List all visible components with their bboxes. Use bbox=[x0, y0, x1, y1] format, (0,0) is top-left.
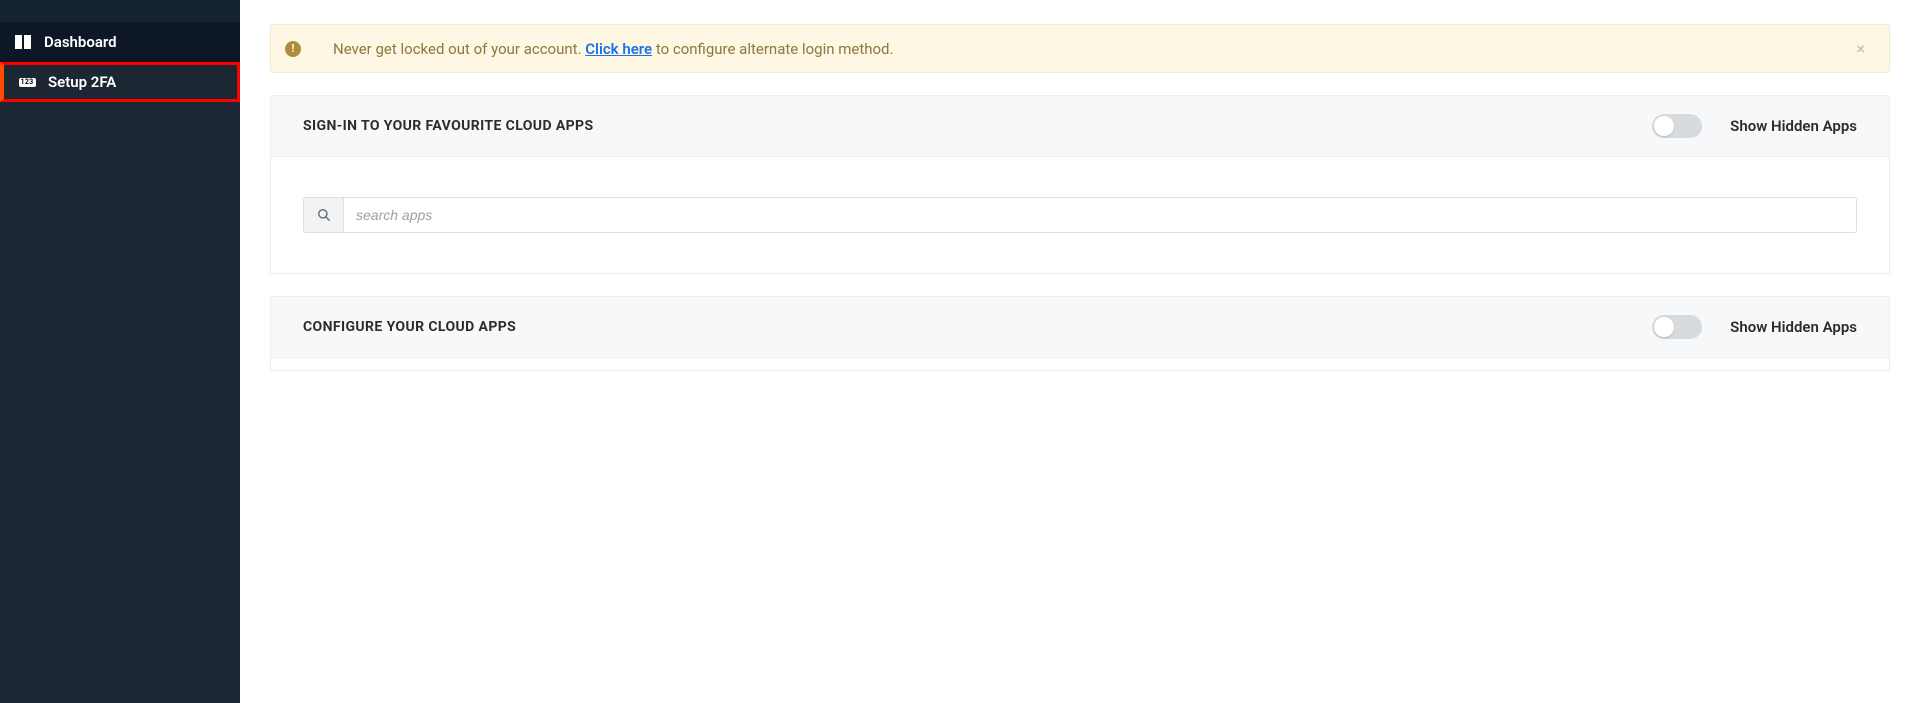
alert-text-before: Never get locked out of your account. bbox=[333, 40, 585, 58]
sidebar-item-label: Setup 2FA bbox=[48, 73, 116, 91]
signin-card-body bbox=[271, 157, 1889, 273]
dashboard-icon bbox=[14, 35, 32, 49]
sidebar-item-label: Dashboard bbox=[44, 33, 117, 51]
sidebar: Dashboard 123 Setup 2FA bbox=[0, 0, 240, 703]
numbers-icon: 123 bbox=[18, 75, 36, 89]
app-layout: Dashboard 123 Setup 2FA ! Never get lock… bbox=[0, 0, 1920, 703]
show-hidden-apps-toggle[interactable] bbox=[1652, 315, 1702, 339]
configure-login-link[interactable]: Click here bbox=[585, 40, 652, 58]
show-hidden-apps-toggle[interactable] bbox=[1652, 114, 1702, 138]
signin-card-header: SIGN-IN TO YOUR FAVOURITE CLOUD APPS Sho… bbox=[271, 96, 1889, 157]
search-apps-input[interactable] bbox=[343, 197, 1857, 233]
warning-icon: ! bbox=[285, 41, 301, 57]
sidebar-top-spacer bbox=[0, 0, 240, 22]
show-hidden-apps-label: Show Hidden Apps bbox=[1730, 318, 1857, 336]
search-icon bbox=[303, 197, 343, 233]
signin-apps-card: SIGN-IN TO YOUR FAVOURITE CLOUD APPS Sho… bbox=[270, 95, 1890, 274]
configure-card-title: CONFIGURE YOUR CLOUD APPS bbox=[303, 319, 516, 335]
configure-toggle-group: Show Hidden Apps bbox=[1652, 315, 1857, 339]
show-hidden-apps-label: Show Hidden Apps bbox=[1730, 117, 1857, 135]
configure-apps-card: CONFIGURE YOUR CLOUD APPS Show Hidden Ap… bbox=[270, 296, 1890, 371]
signin-card-title: SIGN-IN TO YOUR FAVOURITE CLOUD APPS bbox=[303, 118, 594, 134]
lockout-alert: ! Never get locked out of your account. … bbox=[270, 24, 1890, 73]
close-icon[interactable]: × bbox=[1852, 39, 1869, 58]
configure-card-body bbox=[271, 358, 1889, 370]
alert-text-after: to configure alternate login method. bbox=[652, 40, 893, 58]
signin-toggle-group: Show Hidden Apps bbox=[1652, 114, 1857, 138]
sidebar-item-dashboard[interactable]: Dashboard bbox=[0, 22, 240, 62]
alert-text: Never get locked out of your account. Cl… bbox=[333, 40, 1832, 58]
configure-card-header: CONFIGURE YOUR CLOUD APPS Show Hidden Ap… bbox=[271, 297, 1889, 358]
search-apps-group bbox=[303, 197, 1857, 233]
main-content: ! Never get locked out of your account. … bbox=[240, 0, 1920, 703]
sidebar-item-setup-2fa[interactable]: 123 Setup 2FA bbox=[0, 62, 240, 102]
